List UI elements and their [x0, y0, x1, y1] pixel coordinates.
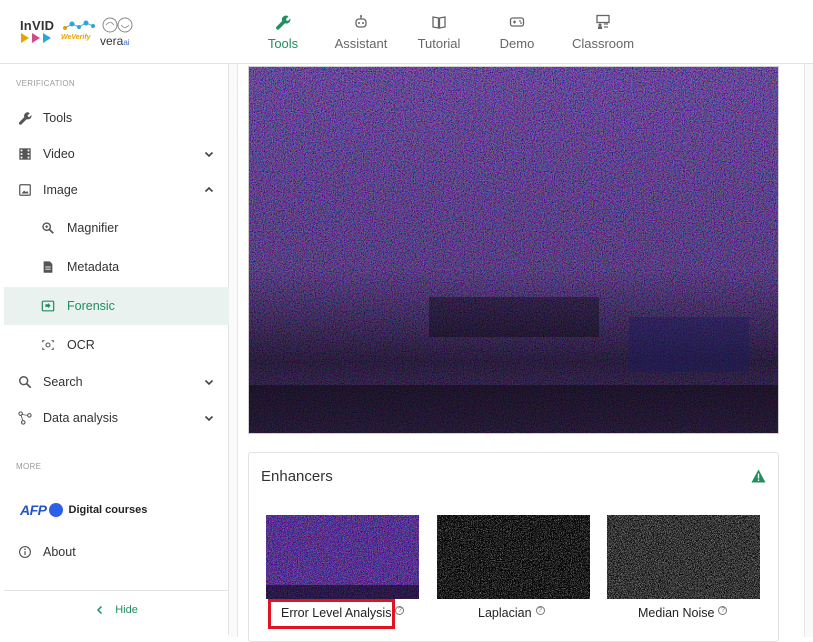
laplacian-thumbnail-visual: [437, 515, 590, 599]
sidebar-item-label: About: [43, 545, 76, 559]
section-label-more: MORE: [16, 462, 42, 471]
help-icon[interactable]: ?: [395, 606, 405, 615]
help-icon[interactable]: ?: [535, 606, 545, 615]
vera-logo: veraai: [100, 16, 140, 50]
tab-classroom[interactable]: Classroom: [557, 0, 649, 64]
ela-noise-visual: [249, 67, 778, 433]
app-header: InVID WeVerify veraai Tools Assistant Tu…: [0, 0, 813, 64]
sidebar-item-tools[interactable]: Tools: [4, 99, 229, 137]
afp-logo: AFP: [20, 502, 47, 518]
ela-thumbnail-visual: [266, 515, 419, 599]
sidebar-item-label: Tools: [43, 111, 73, 125]
chevron-left-icon: [97, 605, 103, 614]
ela-highlight-box: [268, 599, 395, 629]
info-icon: [19, 546, 31, 558]
help-icon[interactable]: ?: [718, 606, 728, 615]
sidebar-item-label: OCR: [67, 338, 95, 352]
forensic-card: Enhancers Error Level Analysis ? Laplaci…: [237, 64, 805, 642]
sidebar-item-image[interactable]: Image: [4, 171, 229, 209]
sidebar-item-video[interactable]: Video: [4, 135, 229, 173]
tab-demo[interactable]: Demo: [479, 0, 555, 64]
sidebar-item-label: Search: [43, 375, 83, 389]
book-icon: [432, 15, 446, 29]
sidebar-item-ocr[interactable]: OCR: [4, 326, 229, 364]
ocr-icon: [42, 340, 54, 350]
tab-tutorial[interactable]: Tutorial: [401, 0, 477, 64]
enhancer-thumbnail-median-noise[interactable]: [607, 515, 760, 599]
film-icon: [19, 148, 31, 160]
afp-digital-courses-link[interactable]: AFP Digital courses: [20, 500, 147, 520]
tab-assistant[interactable]: Assistant: [323, 0, 399, 64]
median-noise-thumbnail-visual: [607, 515, 760, 599]
magnifier-icon: [42, 222, 54, 234]
weverify-logo: WeVerify: [61, 18, 99, 44]
brand-logos[interactable]: InVID WeVerify veraai: [20, 14, 140, 50]
forensic-icon: [41, 300, 55, 312]
sidebar-item-metadata[interactable]: Metadata: [4, 248, 229, 286]
invid-play-icon: [21, 33, 51, 43]
chevron-down-icon: [204, 379, 214, 386]
chevron-up-icon: [204, 186, 214, 193]
sidebar-item-search[interactable]: Search: [4, 363, 229, 401]
tab-tools[interactable]: Tools: [245, 0, 321, 64]
enhancer-label-laplacian[interactable]: Laplacian?: [478, 606, 545, 620]
enhancers-panel: Enhancers Error Level Analysis ? Laplaci…: [248, 452, 779, 642]
document-icon: [43, 261, 53, 273]
hide-sidebar-button[interactable]: Hide: [4, 590, 229, 628]
sidebar-item-label: Data analysis: [43, 411, 119, 425]
enhancer-thumbnail-laplacian[interactable]: [437, 515, 590, 599]
search-icon: [19, 376, 32, 389]
sidebar-item-label: Video: [43, 147, 75, 161]
gamepad-icon: [509, 16, 525, 27]
chevron-down-icon: [204, 151, 214, 158]
invid-logo: InVID: [20, 18, 55, 33]
afp-dot-icon: [48, 503, 63, 517]
classroom-icon: [596, 14, 610, 29]
image-icon: [19, 184, 31, 196]
enhancer-thumbnail-ela[interactable]: [266, 515, 419, 599]
sidebar: VERIFICATION Tools Video Image Magnifier…: [4, 64, 229, 635]
sidebar-item-label: Forensic: [67, 299, 115, 313]
enhancers-title: Enhancers: [261, 468, 333, 485]
weverify-dots-icon: [63, 20, 95, 30]
warning-icon[interactable]: [751, 469, 766, 483]
graph-icon: [18, 411, 32, 425]
sidebar-item-label: Metadata: [67, 260, 120, 274]
vera-brain-icon: [102, 17, 133, 33]
main-content: Enhancers Error Level Analysis ? Laplaci…: [229, 64, 813, 642]
forensic-result-image[interactable]: [248, 66, 779, 434]
digital-courses-label: Digital courses: [68, 504, 148, 516]
wrench-icon: [276, 15, 291, 30]
robot-icon: [355, 14, 367, 28]
chevron-down-icon: [204, 415, 214, 422]
enhancer-label-median-noise[interactable]: Median Noise?: [638, 606, 728, 620]
sidebar-item-about[interactable]: About: [4, 533, 229, 571]
sidebar-item-label: Magnifier: [67, 221, 119, 235]
sidebar-item-data-analysis[interactable]: Data analysis: [4, 399, 229, 437]
sidebar-item-forensic[interactable]: Forensic: [4, 287, 229, 325]
section-label-verification: VERIFICATION: [16, 79, 76, 88]
sidebar-item-label: Image: [43, 183, 78, 197]
top-navigation: Tools Assistant Tutorial Demo Classroom: [245, 0, 651, 64]
sidebar-item-magnifier[interactable]: Magnifier: [4, 209, 229, 247]
wrench-icon: [18, 112, 32, 125]
